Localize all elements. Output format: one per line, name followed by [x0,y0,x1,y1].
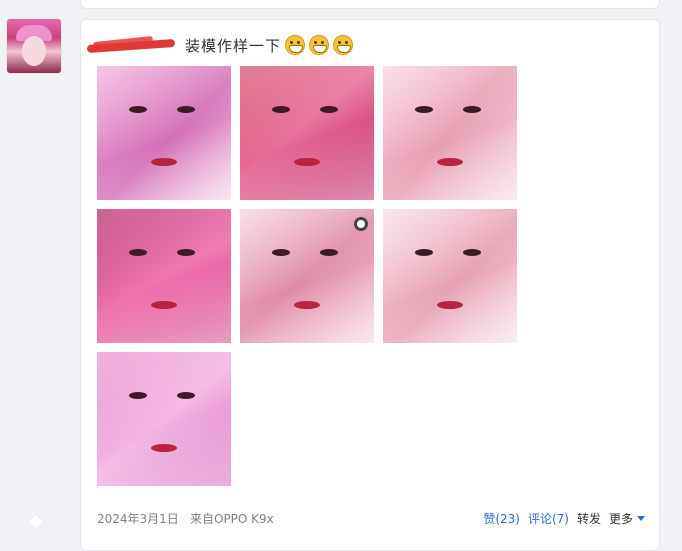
post-header: 装模作样一下 [86,34,354,56]
comment-button[interactable]: 评论(7) [528,510,569,527]
forward-button[interactable]: 转发 [577,510,601,527]
photo-thumbnail-5[interactable] [240,209,374,343]
photo-grid [97,66,517,486]
avatar-face-shape [22,36,46,66]
more-label: 更多 [608,512,633,526]
photo-thumbnail-3[interactable] [383,66,517,200]
grin-emoji [285,35,306,55]
photo-thumbnail-2[interactable] [240,66,374,200]
more-dropdown[interactable]: 更多 [609,510,645,527]
grin-emoji [333,35,354,55]
card-pointer-notch [27,512,44,529]
chevron-down-icon [637,516,645,521]
post-date: 2024年3月1日 [97,512,179,526]
post-card: 装模作样一下 2024年3月1日 来自OPPO K9x 赞(23) 评论(7) … [80,19,660,551]
grin-emoji [309,35,330,55]
username-redacted[interactable] [86,35,177,54]
photo-thumbnail-4[interactable] [97,209,231,343]
avatar[interactable] [6,18,62,74]
photo-thumbnail-1[interactable] [97,66,231,200]
post-source: 来自OPPO K9x [190,512,274,526]
post-actions: 赞(23) 评论(7) 转发 更多 [483,510,645,527]
previous-post-card-edge [80,0,660,9]
photo-thumbnail-6[interactable] [383,209,517,343]
post-footer: 2024年3月1日 来自OPPO K9x 赞(23) 评论(7) 转发 更多 [97,510,645,530]
post-text: 装模作样一下 [185,36,282,55]
photo-thumbnail-7[interactable] [97,352,231,486]
pointer-cursor-icon [354,217,368,231]
like-button[interactable]: 赞(23) [483,510,520,527]
